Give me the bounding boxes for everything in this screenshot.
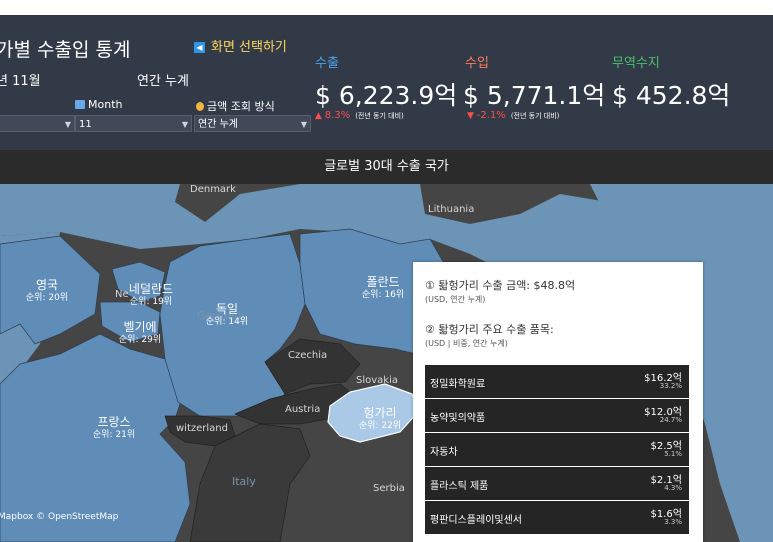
dashboard-header: 가별 수출입 통계 ◀ 화면 선택하기 년 11월 연간 누계 Month 금액 … — [0, 15, 773, 150]
up-arrow-icon: ▲ — [315, 111, 322, 121]
country-tooltip: ① 퇇헝가리 수출 금액: $48.8억 (USD, 연간 누계) ② 퇇헝가리… — [413, 262, 703, 542]
map-label-denmark: Denmark — [190, 184, 236, 195]
page-title: 가별 수출입 통계 — [0, 39, 131, 61]
mode-select[interactable]: 연간 누계 ▼ — [194, 115, 311, 132]
country-label-belgium[interactable]: 벨기에 순위: 29위 — [119, 320, 161, 346]
country-label-france[interactable]: 프랑스 순위: 21위 — [93, 415, 135, 441]
country-label-germany[interactable]: 독일 순위: 14위 — [206, 302, 248, 328]
map-label-lithuania: Lithuania — [428, 204, 475, 215]
map-label-netherlands: Ne — [115, 289, 129, 300]
chevron-down-icon: ▼ — [64, 120, 71, 129]
table-row: 정밀화학원료 $16.2억 33.2% — [425, 365, 689, 399]
map-label-slovakia: Slovakia — [356, 375, 398, 386]
export-value: $ 6,223.9억 — [315, 81, 458, 110]
tooltip-export-amount-note: (USD, 연간 누계) — [425, 295, 486, 304]
country-label-hungary[interactable]: 헝가리 순위: 22위 — [359, 406, 401, 432]
country-label-netherlands[interactable]: 네덜란드 순위: 19위 — [129, 282, 173, 308]
map-title: 글로벌 30대 수출 국가 — [0, 150, 773, 184]
balance-value: $ 452.8억 — [612, 81, 731, 110]
table-row: 평판디스플레이및센서 $1.6억 3.3% — [425, 501, 689, 535]
year-month-label: 년 11월 — [0, 74, 41, 89]
tooltip-items-heading: ② 퇇헝가리 주요 수출 품목: — [425, 323, 554, 336]
map-label-serbia: Serbia — [373, 483, 405, 494]
map-attribution[interactable]: Mapbox © OpenStreetMap — [0, 512, 118, 522]
tooltip-items-note: (USD | 비중, 연간 누계) — [425, 339, 508, 348]
import-value: $ 5,771.1억 — [463, 81, 606, 110]
screen-select-button[interactable]: ◀ 화면 선택하기 — [194, 36, 287, 55]
back-arrow-icon: ◀ — [194, 42, 205, 53]
month-select[interactable]: 11 ▼ — [75, 115, 192, 132]
map-label-switzerland: witzerland — [176, 423, 228, 434]
map-label-austria: Austria — [285, 404, 321, 415]
screen-select-label: 화면 선택하기 — [211, 40, 287, 55]
top-margin — [0, 0, 773, 15]
money-bag-icon — [196, 102, 204, 111]
country-label-poland[interactable]: 폴란드 순위: 16위 — [362, 275, 404, 301]
down-arrow-icon: ▼ — [467, 111, 474, 121]
map-label-italy: Italy — [232, 475, 256, 488]
chevron-down-icon: ▼ — [181, 120, 188, 129]
chevron-down-icon: ▼ — [300, 120, 307, 129]
balance-label: 무역수지 — [612, 56, 660, 71]
import-change: ▼ -2.1% (전년 동기 대비) — [467, 110, 560, 121]
tooltip-items-table: 정밀화학원료 $16.2억 33.2% 농약및의약품 $12.0억 24.7% 자동차 $… — [425, 365, 689, 535]
export-change: ▲ 8.3% (전년 동기 대비) — [315, 110, 404, 121]
map-label-czechia: Czechia — [288, 350, 328, 361]
import-label: 수입 — [465, 56, 489, 71]
table-row: 플라스틱 제품 $2.1억 4.3% — [425, 467, 689, 501]
country-label-uk[interactable]: 영국 순위: 20위 — [26, 278, 68, 304]
export-label: 수출 — [315, 56, 339, 71]
calendar-icon — [75, 100, 85, 109]
table-row: 농약및의약품 $12.0억 24.7% — [425, 399, 689, 433]
month-filter-label: Month — [75, 98, 122, 111]
cumulative-label: 연간 누계 — [137, 74, 189, 89]
mode-filter-label: 금액 조회 방식 — [196, 98, 275, 114]
table-row: 자동차 $2.5억 5.1% — [425, 433, 689, 467]
tooltip-export-amount: ① 퇇헝가리 수출 금액: $48.8억 — [425, 279, 576, 292]
year-select[interactable]: ▼ — [0, 115, 75, 132]
